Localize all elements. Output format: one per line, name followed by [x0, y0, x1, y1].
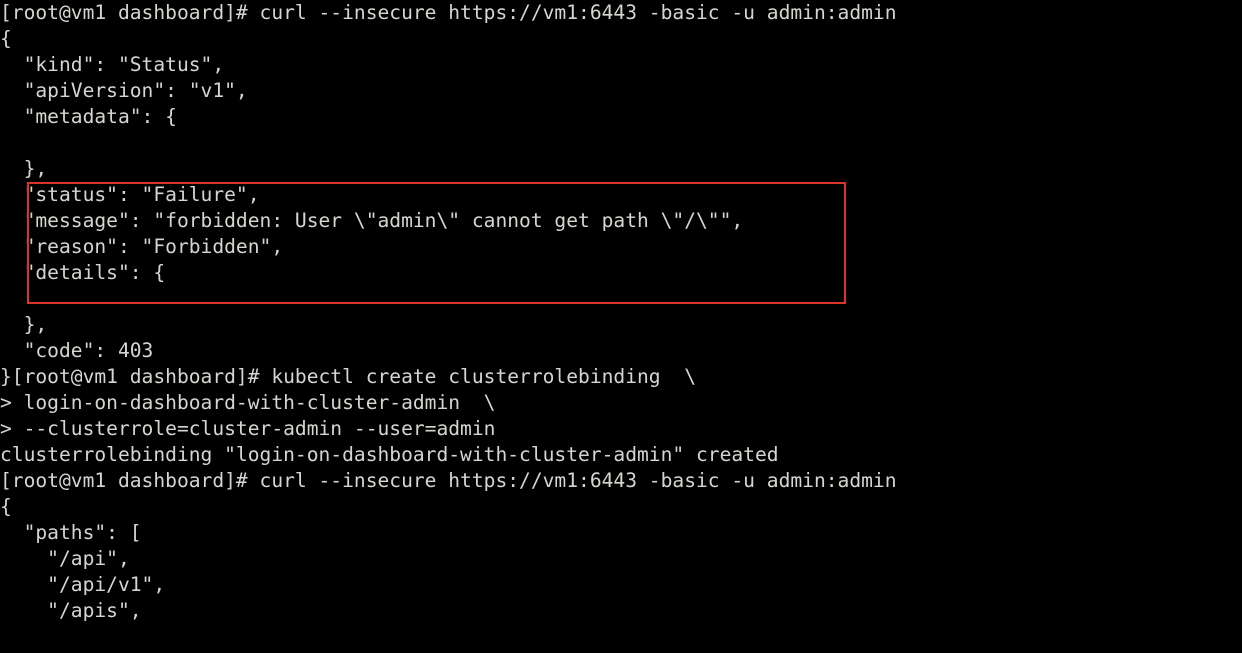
terminal-line: "reason": "Forbidden", [0, 235, 284, 258]
terminal-line: > login-on-dashboard-with-cluster-admin … [0, 391, 496, 414]
terminal-line: { [0, 27, 12, 50]
terminal-line: "status": "Failure", [0, 183, 260, 206]
terminal-line: "code": 403 [0, 339, 154, 362]
terminal-line: "kind": "Status", [0, 53, 225, 76]
terminal-line: "apiVersion": "v1", [0, 79, 248, 102]
terminal-line: "/apis", [0, 599, 142, 622]
terminal-line: "details": { [0, 261, 166, 284]
terminal-line: "/api/v1", [0, 573, 166, 596]
terminal-line: clusterrolebinding "login-on-dashboard-w… [0, 443, 779, 466]
terminal-line: { [0, 495, 12, 518]
terminal-line: "paths": [ [0, 521, 142, 544]
terminal-line: "metadata": { [0, 105, 177, 128]
terminal-line: }, [0, 313, 48, 336]
terminal-line: [root@vm1 dashboard]# curl --insecure ht… [0, 469, 897, 492]
terminal-line: > --clusterrole=cluster-admin --user=adm… [0, 417, 496, 440]
terminal-line: "message": "forbidden: User \"admin\" ca… [0, 209, 744, 232]
terminal-line: }, [0, 157, 48, 180]
terminal-line: "/api", [0, 547, 130, 570]
terminal-line: [root@vm1 dashboard]# curl --insecure ht… [0, 1, 897, 24]
terminal-screen[interactable]: [root@vm1 dashboard]# curl --insecure ht… [0, 0, 1242, 653]
terminal-line: }[root@vm1 dashboard]# kubectl create cl… [0, 365, 696, 388]
terminal-window[interactable]: [root@vm1 dashboard]# curl --insecure ht… [0, 0, 1242, 653]
